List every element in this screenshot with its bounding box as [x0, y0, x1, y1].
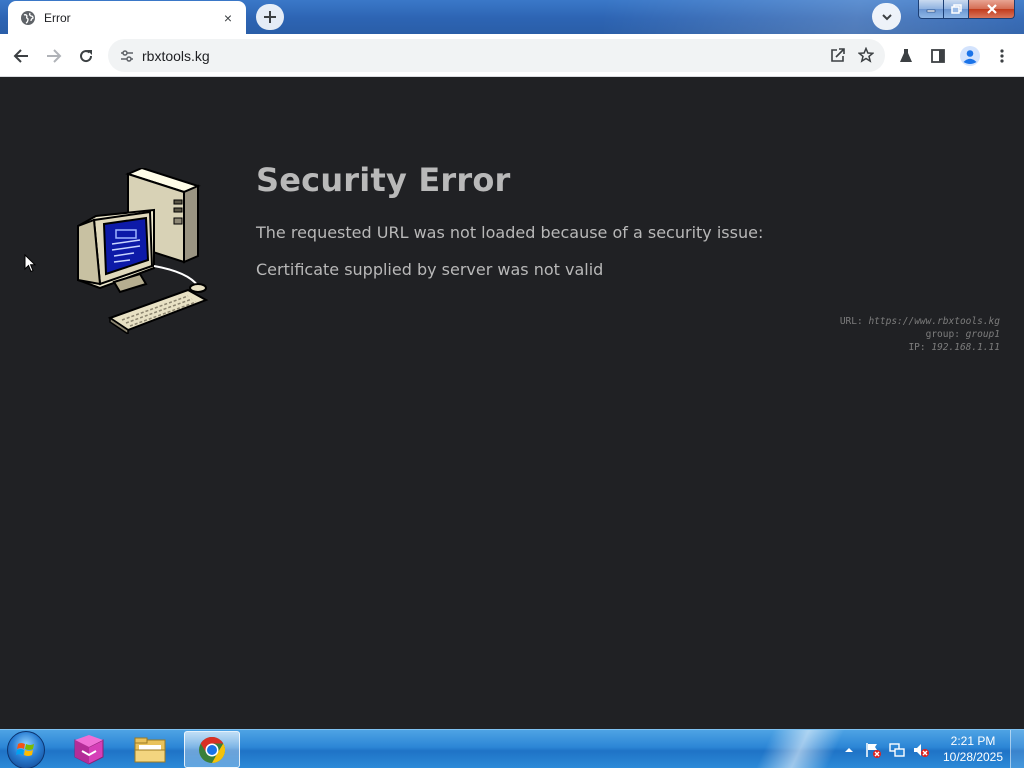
side-panel-icon — [931, 49, 945, 63]
page-title: Security Error — [256, 161, 511, 199]
address-bar[interactable]: rbxtools.kg — [108, 39, 885, 72]
windows-start-orb[interactable] — [7, 731, 45, 768]
detail-group: group: group1 — [925, 329, 1000, 340]
window-controls — [918, 0, 1015, 19]
mouse-cursor-icon — [24, 254, 36, 273]
profile-button[interactable] — [956, 42, 984, 70]
extensions-button[interactable] — [892, 42, 920, 70]
detail-ip: IP: 192.168.1.11 — [908, 342, 1000, 353]
flask-icon — [900, 49, 912, 62]
tune-icon[interactable] — [118, 47, 136, 65]
system-tray — [840, 730, 930, 768]
close-window-button[interactable] — [969, 0, 1015, 19]
clock-date: 10/28/2025 — [942, 750, 1004, 764]
app-launcher-icon — [74, 734, 104, 765]
plus-icon — [264, 11, 276, 23]
browser-toolbar: rbxtools.kg — [0, 34, 1024, 77]
side-panel-button[interactable] — [924, 42, 952, 70]
tab-title: Error — [44, 10, 71, 25]
tab-close-icon[interactable]: × — [220, 10, 236, 26]
error-reason: Certificate supplied by server was not v… — [256, 260, 604, 279]
browser-tab[interactable]: Error × — [8, 1, 246, 34]
detail-url: URL: https://www.rbxtools.kg — [839, 316, 1000, 327]
minimize-icon — [926, 9, 936, 13]
windows-logo-icon — [16, 743, 34, 756]
chrome-icon — [199, 736, 226, 763]
show-desktop-button[interactable] — [1010, 730, 1024, 768]
tab-search-button[interactable] — [872, 3, 901, 30]
show-hidden-icons[interactable] — [840, 741, 858, 759]
url-text[interactable]: rbxtools.kg — [142, 48, 210, 64]
error-details: URL: https://www.rbxtools.kg group: grou… — [840, 315, 1000, 354]
taskbar-chrome[interactable] — [184, 731, 240, 768]
volume-muted-icon[interactable] — [912, 741, 930, 759]
arrow-right-icon — [47, 49, 62, 63]
arrow-left-icon — [13, 49, 28, 63]
forward-button[interactable] — [40, 42, 68, 70]
file-explorer-icon — [134, 737, 166, 762]
error-message: The requested URL was not loaded because… — [256, 223, 764, 242]
share-icon[interactable] — [825, 42, 851, 68]
chevron-down-icon — [881, 13, 892, 20]
taskbar-clock[interactable]: 2:21 PM 10/28/2025 — [940, 733, 1006, 765]
browser-titlebar: Error × — [0, 0, 1024, 34]
taskbar: 2:21 PM 10/28/2025 — [0, 729, 1024, 768]
close-icon — [986, 4, 997, 14]
new-tab-button[interactable] — [256, 4, 284, 30]
network-icon[interactable] — [888, 741, 906, 759]
reload-icon — [80, 50, 93, 63]
minimize-button[interactable] — [918, 0, 944, 19]
person-icon — [960, 46, 980, 66]
error-page: Security Error The requested URL was not… — [0, 77, 1024, 729]
globe-icon — [20, 10, 36, 26]
action-center-flag-icon[interactable] — [864, 741, 882, 759]
reload-button[interactable] — [72, 42, 100, 70]
maximize-button[interactable] — [944, 0, 969, 19]
restore-icon — [950, 4, 962, 14]
taskbar-app-launcher[interactable] — [61, 731, 117, 768]
chrome-menu-button[interactable] — [988, 42, 1016, 70]
star-icon[interactable] — [853, 42, 879, 68]
kebab-menu-icon — [1000, 49, 1004, 63]
taskbar-file-explorer[interactable] — [122, 731, 178, 768]
clock-time: 2:21 PM — [950, 734, 996, 748]
retro-computer-icon — [77, 168, 209, 334]
back-button[interactable] — [7, 42, 35, 70]
